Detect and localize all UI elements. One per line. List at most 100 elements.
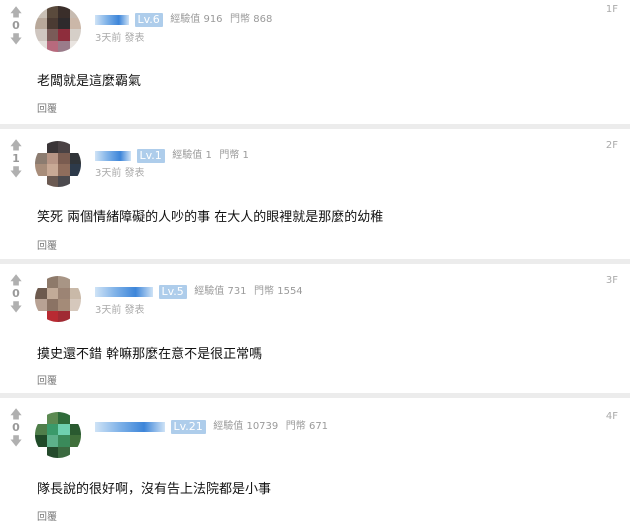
coin-value: 門幣 1554 [254, 286, 303, 297]
avatar-pixel [58, 29, 70, 41]
avatar-pixel [35, 175, 47, 187]
comment-text: 老闆就是這麼霸氣 [37, 74, 142, 89]
user-info: Lv.6 經驗值 916 門幣 868 [95, 12, 272, 28]
avatar-pixel [58, 141, 70, 153]
coin-value: 門幣 868 [230, 14, 273, 25]
comment-text: 隊長說的很好啊，沒有告上法院都是小事 [37, 482, 272, 497]
avatar-pixel [58, 164, 70, 176]
avatar-pixel [35, 287, 47, 299]
avatar-pixel [46, 310, 58, 322]
avatar-pixel [46, 175, 58, 187]
username-blurred[interactable] [95, 287, 153, 297]
avatar-pixel [69, 141, 81, 153]
avatar[interactable] [35, 412, 81, 458]
exp-value: 經驗值 1 [172, 150, 212, 161]
vote-count: 0 [12, 421, 20, 434]
avatar-pixel [69, 164, 81, 176]
avatar-pixel [58, 152, 70, 164]
username-blurred[interactable] [95, 422, 165, 432]
avatar-pixel [35, 164, 47, 176]
avatar-pixel [69, 287, 81, 299]
avatar-pixel [69, 17, 81, 29]
exp-value: 經驗值 731 [194, 286, 247, 297]
floor-number: 2F [605, 140, 618, 151]
floor-number: 1F [605, 4, 618, 15]
vote-control: 🡅 0 🡇 [8, 6, 24, 46]
reply-link[interactable]: 回覆 [37, 100, 57, 115]
avatar-pixel [69, 435, 81, 447]
avatar-pixel [58, 435, 70, 447]
level-badge: Lv.1 [136, 149, 165, 163]
reply-link[interactable]: 回覆 [37, 237, 57, 252]
avatar-pixel [35, 446, 47, 458]
comment-3: 🡅 0 🡇 Lv.5 經驗值 731 門幣 1554 3天前 發表 3F 摸史還… [0, 264, 630, 393]
avatar-pixel [35, 276, 47, 288]
coin-value: 門幣 1 [219, 150, 249, 161]
level-badge: Lv.21 [170, 420, 206, 434]
avatar-pixel [35, 299, 47, 311]
comment-text: 摸史還不錯 幹嘛那麼在意不是很正常嗎 [37, 347, 263, 362]
avatar[interactable] [35, 276, 81, 322]
downvote-arrow-icon[interactable]: 🡇 [8, 301, 24, 314]
avatar-pixel [35, 40, 47, 52]
upvote-arrow-icon[interactable]: 🡅 [8, 274, 24, 287]
avatar-pixel [35, 310, 47, 322]
downvote-arrow-icon[interactable]: 🡇 [8, 435, 24, 448]
avatar-pixel [35, 152, 47, 164]
avatar-pixel [69, 446, 81, 458]
user-info: Lv.21 經驗值 10739 門幣 671 [95, 419, 328, 435]
avatar[interactable] [35, 141, 81, 187]
vote-control: 🡅 1 🡇 [8, 139, 24, 179]
username-blurred[interactable] [95, 151, 131, 161]
vote-count: 0 [12, 287, 20, 300]
avatar-pixel [46, 412, 58, 424]
comment-2: 🡅 1 🡇 Lv.1 經驗值 1 門幣 1 3天前 發表 2F 笑死 兩個情緒障… [0, 129, 630, 259]
avatar-pixel [35, 6, 47, 18]
vote-count: 0 [12, 19, 20, 32]
avatar-pixel [35, 29, 47, 41]
avatar-pixel [46, 276, 58, 288]
avatar-pixel [46, 435, 58, 447]
avatar-pixel [69, 310, 81, 322]
avatar-pixel [69, 276, 81, 288]
exp-value: 經驗值 916 [170, 14, 223, 25]
upvote-arrow-icon[interactable]: 🡅 [8, 139, 24, 152]
avatar-pixel [69, 423, 81, 435]
avatar-pixel [35, 435, 47, 447]
coin-value: 門幣 671 [285, 421, 329, 432]
reply-link[interactable]: 回覆 [37, 508, 57, 523]
avatar-pixel [69, 6, 81, 18]
vote-count: 1 [12, 152, 20, 165]
avatar-pixel [35, 423, 47, 435]
avatar[interactable] [35, 6, 81, 52]
post-time: 3天前 發表 [95, 33, 145, 44]
username-blurred[interactable] [95, 15, 129, 25]
upvote-arrow-icon[interactable]: 🡅 [8, 408, 24, 421]
vote-control: 🡅 0 🡇 [8, 274, 24, 314]
downvote-arrow-icon[interactable]: 🡇 [8, 33, 24, 46]
avatar-pixel [46, 164, 58, 176]
avatar-pixel [46, 40, 58, 52]
post-time: 3天前 發表 [95, 168, 145, 179]
avatar-pixel [46, 17, 58, 29]
avatar-pixel [69, 299, 81, 311]
comment-4: 🡅 0 🡇 Lv.21 經驗值 10739 門幣 671 4F 隊長說的很好啊，… [0, 398, 630, 529]
user-info: Lv.5 經驗值 731 門幣 1554 [95, 284, 303, 300]
avatar-pixel [58, 446, 70, 458]
avatar-pixel [58, 287, 70, 299]
avatar-pixel [58, 299, 70, 311]
avatar-pixel [58, 423, 70, 435]
avatar-pixel [35, 412, 47, 424]
post-time: 3天前 發表 [95, 305, 145, 316]
avatar-pixel [46, 446, 58, 458]
downvote-arrow-icon[interactable]: 🡇 [8, 166, 24, 179]
avatar-pixel [58, 40, 70, 52]
avatar-pixel [69, 412, 81, 424]
avatar-pixel [46, 29, 58, 41]
upvote-arrow-icon[interactable]: 🡅 [8, 6, 24, 19]
avatar-pixel [58, 6, 70, 18]
level-badge: Lv.6 [134, 13, 163, 27]
reply-link[interactable]: 回覆 [37, 372, 57, 387]
avatar-pixel [58, 310, 70, 322]
comment-1: 🡅 0 🡇 Lv.6 經驗值 916 門幣 868 3天前 發表 1F 老闆就是… [0, 0, 630, 124]
